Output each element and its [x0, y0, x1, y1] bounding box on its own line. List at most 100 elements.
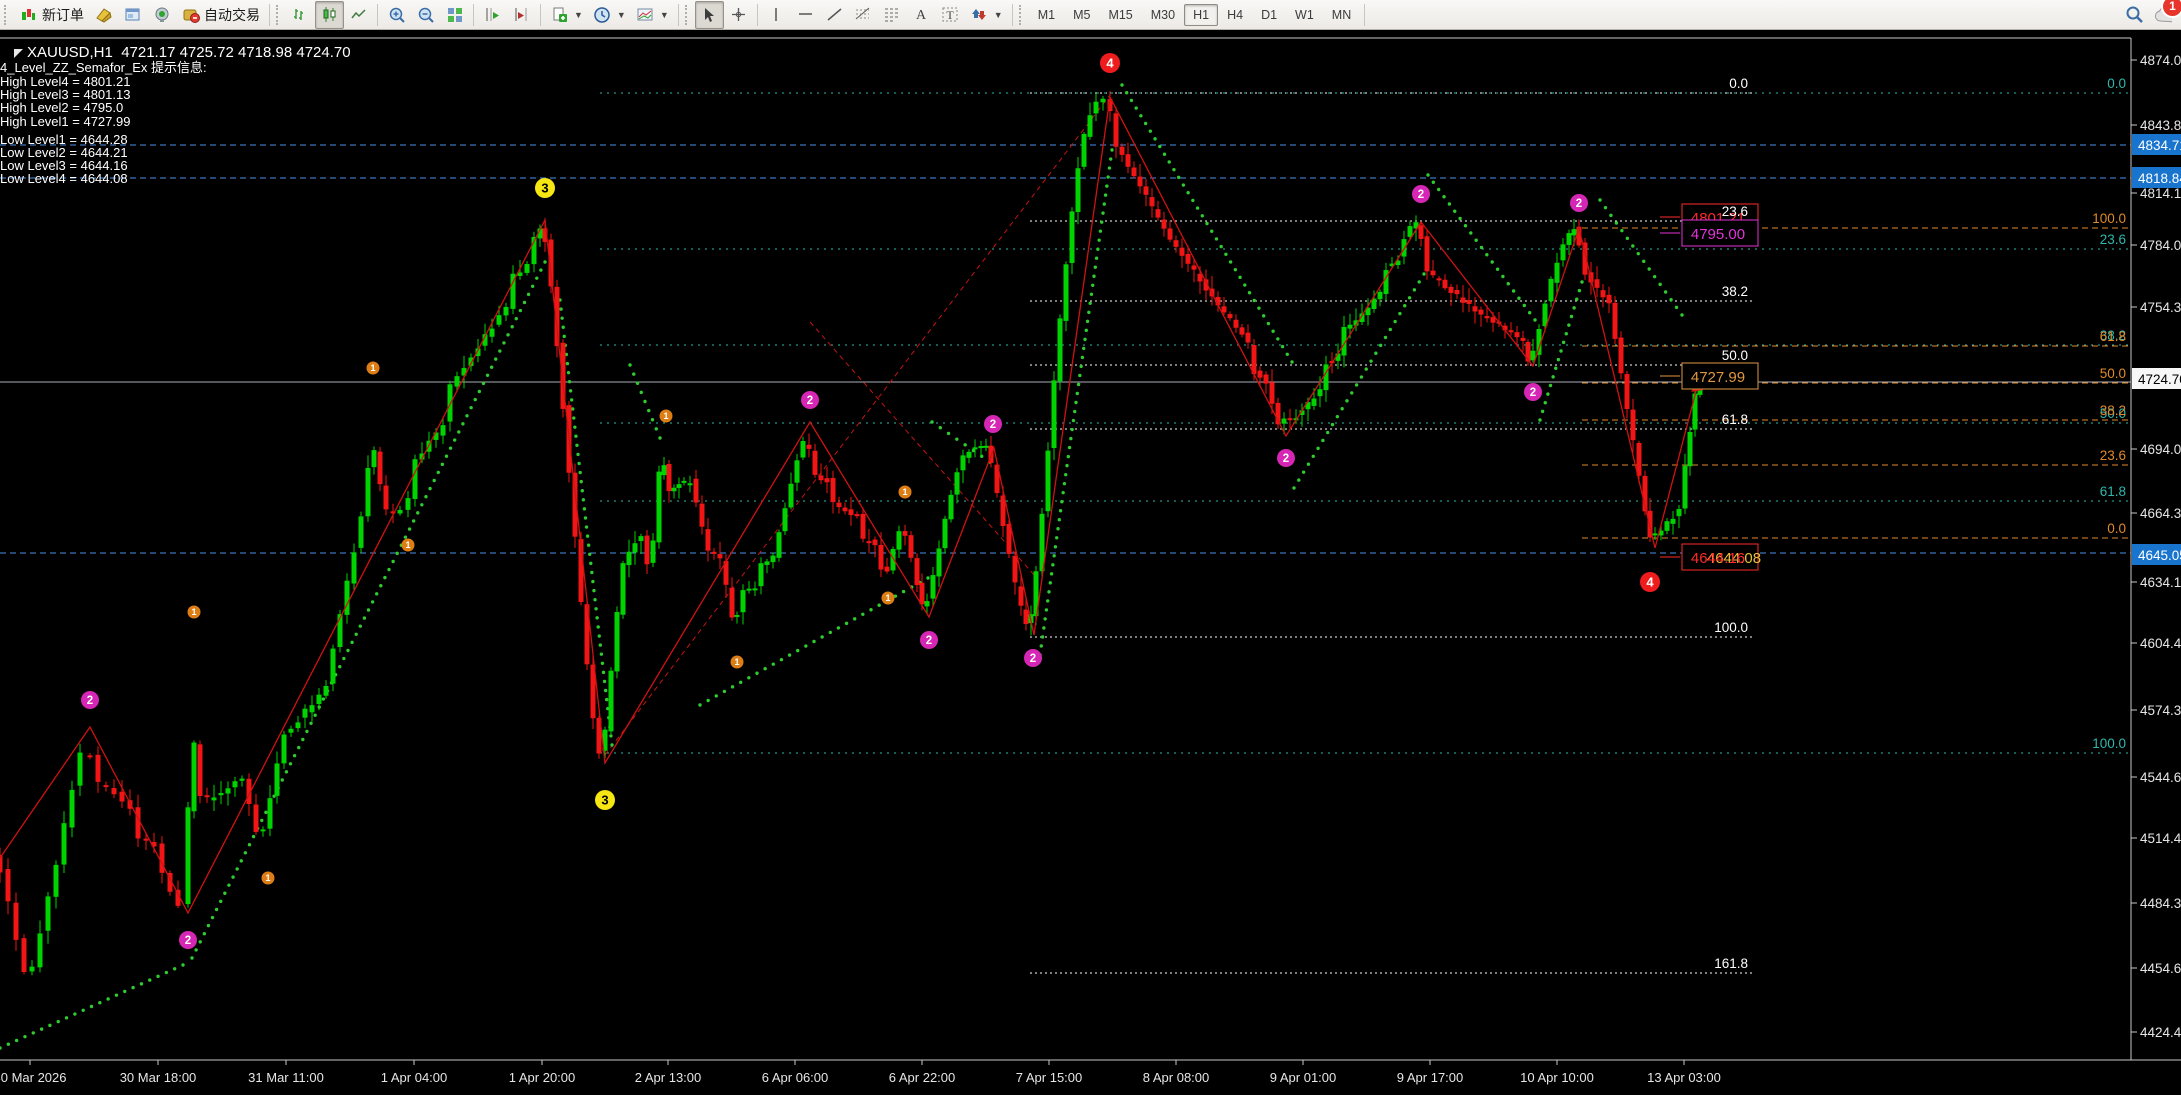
tile-windows-button[interactable]: [440, 1, 469, 29]
webcam-icon: [152, 5, 171, 24]
sar-dot: [264, 811, 267, 814]
sar-dot: [81, 1009, 84, 1012]
candle: [801, 441, 806, 457]
autotrade-button[interactable]: 自动交易: [176, 1, 265, 29]
candle: [345, 581, 350, 615]
sar-dot: [502, 341, 505, 344]
price-axis-label: 4424.45: [2140, 1025, 2181, 1040]
sar-dot: [1437, 188, 1440, 191]
sar-dot: [573, 425, 576, 428]
market-watch-button[interactable]: [89, 1, 118, 29]
sar-dot: [1077, 383, 1080, 386]
candle: [1671, 519, 1676, 524]
sar-dot: [404, 535, 407, 538]
toolbar-grip[interactable]: [276, 5, 282, 25]
candle: [706, 529, 711, 550]
sar-dot: [297, 746, 300, 749]
zoom-in-button[interactable]: [382, 1, 411, 29]
sar-dot: [32, 1031, 35, 1034]
sar-dot: [123, 990, 126, 993]
candlestick-chart-button[interactable]: [315, 1, 344, 29]
sar-dot: [560, 316, 563, 319]
add-indicator-button[interactable]: ▼: [545, 1, 588, 29]
timeframe-button-H1[interactable]: H1: [1184, 4, 1218, 26]
sar-dot: [248, 843, 251, 846]
candle: [324, 686, 329, 696]
yellow-folder-icon: [94, 5, 113, 24]
line-chart-button[interactable]: [344, 1, 373, 29]
candle: [1665, 521, 1670, 531]
fibonacci-tool-button[interactable]: [849, 1, 878, 29]
sar-dot: [1090, 293, 1093, 296]
crosshair-tool-button[interactable]: [724, 1, 753, 29]
candle: [192, 743, 197, 812]
label-tool-button[interactable]: T: [936, 1, 965, 29]
data-window-button[interactable]: [118, 1, 147, 29]
candle: [490, 329, 495, 337]
separator: [540, 4, 541, 26]
trendline-tool-button[interactable]: [820, 1, 849, 29]
sar-dot: [747, 676, 750, 679]
vline-tool-button[interactable]: [762, 1, 791, 29]
zoom-out-button[interactable]: [411, 1, 440, 29]
price-axis-label: 4514.45: [2140, 831, 2181, 846]
sar-dot: [1088, 302, 1091, 305]
chart-shift-button[interactable]: [507, 1, 536, 29]
sar-dot: [1551, 375, 1554, 378]
fib-white-label: 61.8: [1722, 412, 1748, 427]
candle: [1082, 134, 1087, 167]
search-button[interactable]: [2119, 1, 2148, 29]
toolbar-grip[interactable]: [4, 5, 10, 25]
sar-dot: [1316, 447, 1319, 450]
timeframe-button-M1[interactable]: M1: [1029, 4, 1064, 26]
sar-dot: [1528, 311, 1531, 314]
price-axis-label: 4754.30: [2140, 300, 2181, 315]
sar-dot: [215, 908, 218, 911]
channels-tool-button[interactable]: [878, 1, 907, 29]
sar-dot: [285, 770, 288, 773]
periods-button[interactable]: ▼: [588, 1, 631, 29]
toolbar-grip[interactable]: [1019, 5, 1025, 25]
candle: [144, 839, 149, 841]
candle: [1156, 209, 1161, 217]
bar-chart-button[interactable]: [286, 1, 315, 29]
sar-dot: [1533, 318, 1536, 321]
timeframe-button-M15[interactable]: M15: [1099, 4, 1141, 26]
cursor-tool-button[interactable]: [695, 1, 724, 29]
candle: [639, 536, 644, 541]
text-tool-button[interactable]: A: [907, 1, 936, 29]
auto-scroll-button[interactable]: [478, 1, 507, 29]
timeframe-button-M5[interactable]: M5: [1064, 4, 1099, 26]
sar-dot: [603, 680, 606, 683]
time-axis-label: 13 Apr 03:00: [1647, 1070, 1721, 1085]
indicator-high-levels: High Level4 = 4801.21High Level3 = 4801.…: [0, 75, 351, 128]
sar-dot: [582, 498, 585, 501]
sar-dot: [930, 420, 933, 423]
dropdown-caret: ▼: [574, 10, 583, 20]
strategy-tester-button[interactable]: [147, 1, 176, 29]
timeframe-button-D1[interactable]: D1: [1252, 4, 1286, 26]
arrows-tool-button[interactable]: ▼: [965, 1, 1008, 29]
sar-dot: [322, 697, 325, 700]
sar-dot: [1050, 572, 1053, 575]
indicator-high-level-line: High Level1 = 4727.99: [0, 115, 351, 128]
sar-dot: [453, 438, 456, 441]
hline-tool-button[interactable]: [791, 1, 820, 29]
sar-dot: [655, 427, 658, 430]
community-button[interactable]: 1: [2148, 1, 2177, 29]
templates-button[interactable]: ▼: [631, 1, 674, 29]
timeframe-button-H4[interactable]: H4: [1218, 4, 1252, 26]
new-order-button[interactable]: 新订单: [14, 1, 89, 29]
sar-dot: [1205, 222, 1208, 225]
candle: [1246, 333, 1251, 343]
sar-dot: [1130, 99, 1133, 102]
notification-badge[interactable]: 1: [2161, 0, 2181, 18]
expander-icon[interactable]: [14, 49, 23, 58]
sar-dot: [595, 616, 598, 619]
candle: [1288, 418, 1293, 420]
timeframe-button-W1[interactable]: W1: [1286, 4, 1323, 26]
timeframe-button-M30[interactable]: M30: [1142, 4, 1184, 26]
timeframe-button-MN[interactable]: MN: [1323, 4, 1360, 26]
sar-dot: [1219, 245, 1222, 248]
toolbar-grip[interactable]: [685, 5, 691, 25]
